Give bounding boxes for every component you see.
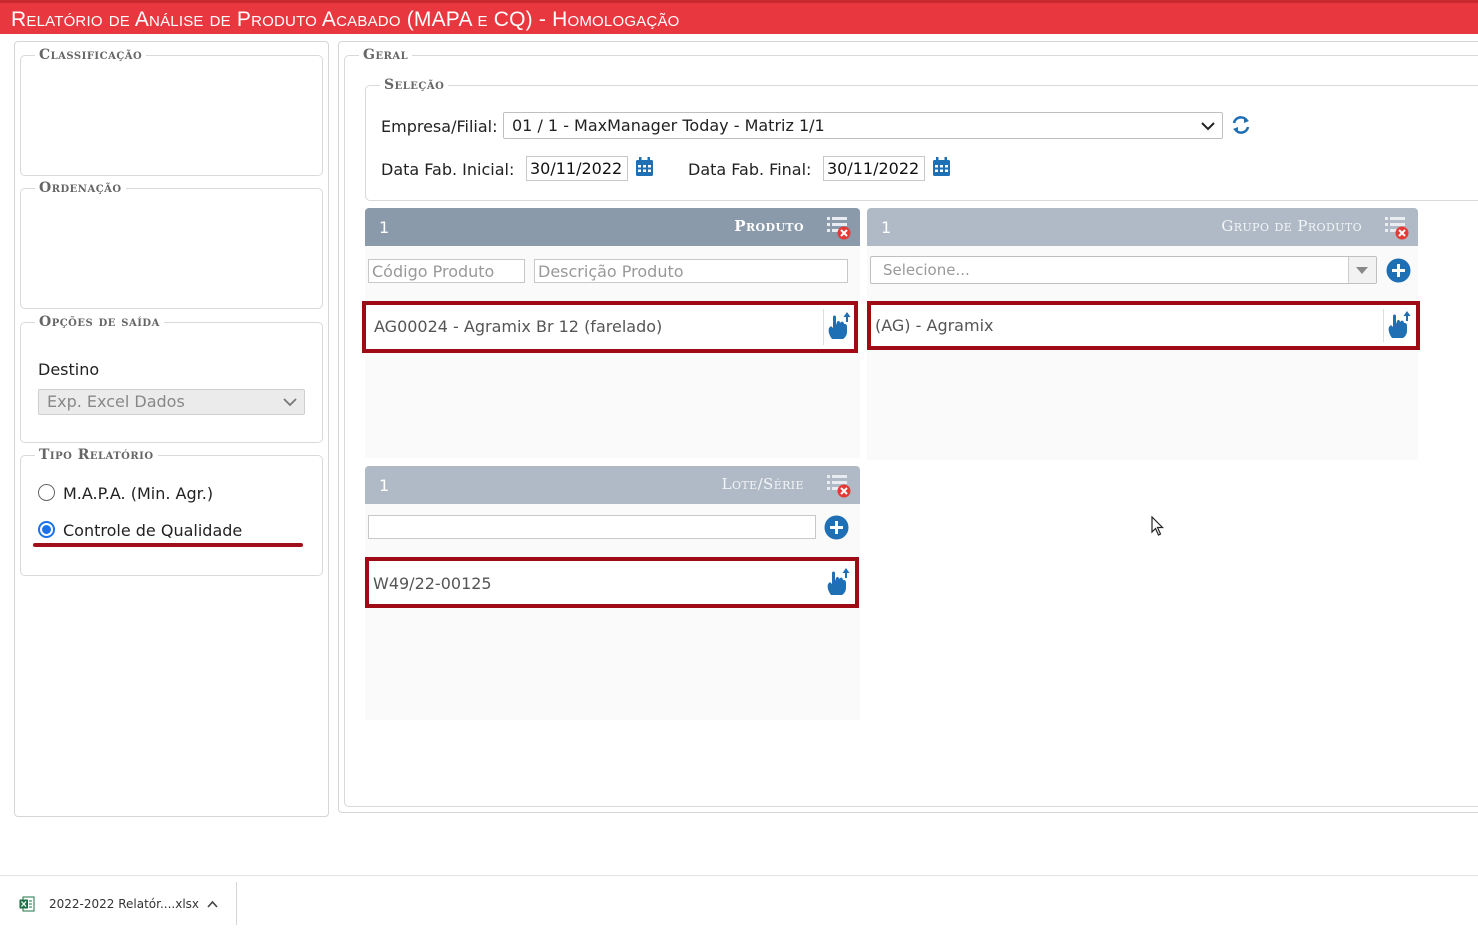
destino-select[interactable]: Exp. Excel Dados (38, 389, 305, 415)
destino-label: Destino (38, 360, 100, 379)
geral-legend: Geral (363, 47, 409, 63)
empresa-select[interactable]: 01 / 1 - MaxManager Today - Matriz 1/1 (503, 112, 1223, 139)
radio-mapa-label: M.A.P.A. (Min. Agr.) (63, 484, 214, 503)
codigo-produto-placeholder: Código Produto (372, 262, 495, 281)
produto-count: 1 (379, 218, 390, 237)
data-final-label: Data Fab. Final: (688, 160, 812, 179)
add-circle-icon[interactable] (824, 515, 849, 540)
ordenacao-fieldset: Ordenação (20, 180, 323, 309)
highlight-underline (33, 543, 303, 547)
title-bar: Relatório de Análise de Produto Acabado … (0, 0, 1478, 34)
hand-pointer-icon[interactable] (826, 311, 852, 341)
radio-mapa-option[interactable]: M.A.P.A. (Min. Agr.) (38, 484, 213, 503)
download-divider (236, 882, 237, 925)
produto-item-text: AG00024 - Agramix Br 12 (farelado) (374, 317, 663, 336)
grupo-selected-item: (AG) - Agramix (867, 301, 1420, 350)
codigo-produto-input[interactable]: Código Produto (368, 259, 525, 283)
empresa-select-value: 01 / 1 - MaxManager Today - Matriz 1/1 (512, 116, 825, 135)
lote-selected-item: W49/22-00125 (365, 557, 859, 608)
calendar-icon[interactable] (932, 157, 951, 177)
selecao-fieldset: Seleção (365, 77, 1478, 201)
grupo-count: 1 (881, 218, 892, 237)
grupo-select[interactable]: Selecione... (870, 256, 1377, 284)
data-inicial-input[interactable]: 30/11/2022 (526, 156, 628, 181)
data-inicial-value: 30/11/2022 (530, 159, 623, 178)
data-inicial-label: Data Fab. Inicial: (381, 160, 515, 179)
ordenacao-legend: Ordenação (39, 180, 122, 196)
descricao-produto-placeholder: Descrição Produto (538, 262, 684, 281)
lote-input[interactable] (368, 515, 816, 539)
radio-cq-label: Controle de Qualidade (63, 521, 243, 540)
lote-title: Lote/Série (721, 475, 804, 493)
clear-list-icon[interactable] (826, 472, 852, 498)
tipo-relatorio-fieldset: Tipo Relatório (20, 447, 323, 576)
mouse-cursor-icon (1151, 516, 1164, 536)
download-filename[interactable]: 2022-2022 Relatór....xlsx (49, 897, 199, 911)
destino-select-value: Exp. Excel Dados (47, 392, 185, 411)
radio-mapa[interactable] (38, 484, 55, 501)
grupo-card-header: 1 Grupo de Produto (867, 208, 1418, 246)
radio-cq-option[interactable]: Controle de Qualidade (38, 521, 242, 540)
download-bar: 2022-2022 Relatór....xlsx (0, 875, 1478, 930)
produto-title: Produto (734, 217, 804, 235)
classificacao-legend: Classificação (39, 47, 143, 63)
excel-file-icon (19, 896, 35, 912)
item-separator (823, 309, 824, 345)
chevron-down-icon (283, 398, 297, 407)
radio-cq[interactable] (38, 521, 55, 538)
page-title: Relatório de Análise de Produto Acabado … (11, 8, 680, 31)
calendar-icon[interactable] (635, 157, 654, 177)
empresa-label: Empresa/Filial: (381, 117, 498, 136)
item-separator (1383, 309, 1384, 342)
descricao-produto-input[interactable]: Descrição Produto (534, 259, 848, 283)
grupo-title: Grupo de Produto (1221, 217, 1362, 235)
selecao-legend: Seleção (384, 77, 445, 93)
classificacao-fieldset: Classificação (20, 47, 323, 176)
caret-down-icon (1356, 267, 1368, 274)
lote-item-text: W49/22-00125 (373, 574, 492, 593)
data-final-input[interactable]: 30/11/2022 (823, 156, 925, 181)
lote-count: 1 (379, 476, 390, 495)
chevron-down-icon (1201, 122, 1215, 131)
opcoes-saida-legend: Opções de saída (39, 314, 160, 330)
chevron-up-icon[interactable] (207, 900, 218, 908)
grupo-select-placeholder: Selecione... (883, 261, 970, 279)
produto-selected-item: AG00024 - Agramix Br 12 (farelado) (362, 301, 858, 353)
hand-pointer-icon[interactable] (825, 567, 851, 597)
data-final-value: 30/11/2022 (827, 159, 920, 178)
hand-pointer-icon[interactable] (1386, 310, 1412, 340)
grupo-item-text: (AG) - Agramix (875, 316, 994, 335)
clear-list-icon[interactable] (1384, 214, 1410, 240)
clear-list-icon[interactable] (826, 214, 852, 240)
refresh-icon[interactable] (1230, 114, 1252, 136)
produto-card-header: 1 Produto (365, 208, 860, 246)
add-circle-icon[interactable] (1386, 258, 1411, 283)
lote-card-header: 1 Lote/Série (365, 466, 860, 504)
tipo-relatorio-legend: Tipo Relatório (39, 447, 154, 463)
